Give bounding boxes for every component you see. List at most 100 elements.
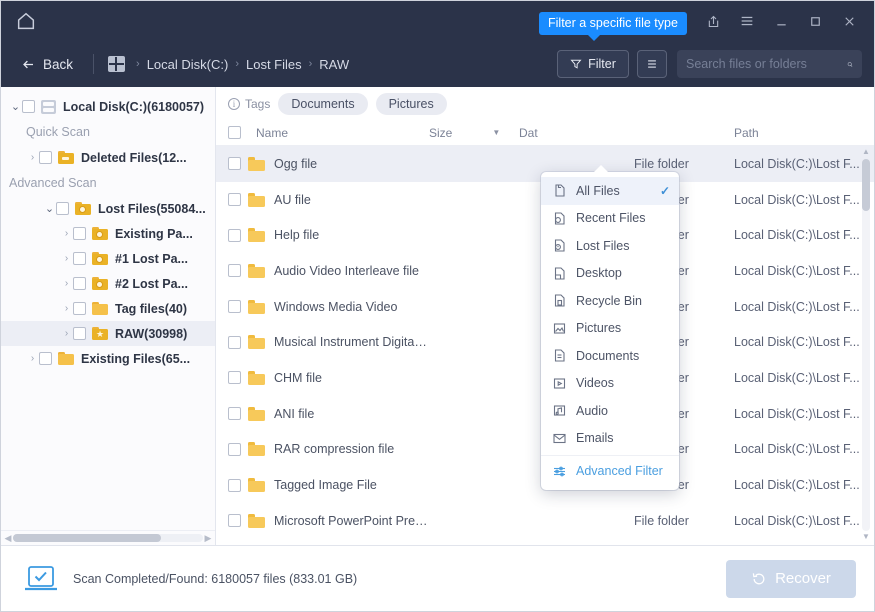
vscroll-track[interactable] bbox=[862, 159, 870, 531]
row-checkbox[interactable] bbox=[228, 514, 241, 527]
advanced-filter-label: Advanced Filter bbox=[576, 464, 670, 478]
chevron-right-icon[interactable]: › bbox=[26, 152, 39, 163]
column-header-date[interactable]: Dat bbox=[519, 126, 634, 140]
tag-chip-documents[interactable]: Documents bbox=[278, 93, 367, 115]
column-header-name[interactable]: Name bbox=[228, 126, 429, 140]
dropdown-item-recent-files[interactable]: Recent Files bbox=[541, 205, 679, 233]
scroll-right-icon[interactable]: ▶ bbox=[203, 533, 213, 544]
tree-item-checkbox[interactable] bbox=[73, 327, 86, 340]
file-path: Local Disk(C:)\Lost F... bbox=[734, 442, 874, 456]
file-name: CHM file bbox=[274, 371, 429, 385]
window-controls bbox=[704, 12, 864, 30]
sort-caret-icon[interactable]: ▼ bbox=[492, 128, 500, 137]
maximize-icon[interactable] bbox=[806, 12, 824, 30]
select-all-checkbox[interactable] bbox=[228, 126, 241, 139]
export-icon[interactable] bbox=[704, 12, 722, 30]
chevron-right-icon[interactable]: › bbox=[60, 303, 73, 314]
tree-item-10[interactable]: ›Existing Files(65... bbox=[1, 346, 215, 371]
dropdown-item-desktop[interactable]: Desktop bbox=[541, 260, 679, 288]
hscroll-thumb[interactable] bbox=[13, 534, 161, 542]
folder-badge bbox=[62, 157, 69, 160]
folder-icon: ★ bbox=[92, 327, 108, 340]
breadcrumb-item-2[interactable]: RAW bbox=[319, 57, 349, 72]
hscroll-track[interactable] bbox=[13, 534, 203, 542]
column-header-path[interactable]: Path bbox=[734, 126, 874, 140]
tree-item-checkbox[interactable] bbox=[56, 202, 69, 215]
scroll-left-icon[interactable]: ◀ bbox=[3, 533, 13, 544]
tree-item-checkbox[interactable] bbox=[39, 151, 52, 164]
dropdown-item-advanced-filter[interactable]: Advanced Filter bbox=[541, 455, 679, 485]
list-view-button[interactable] bbox=[637, 50, 667, 78]
tree-item-2[interactable]: ›Deleted Files(12... bbox=[1, 145, 215, 170]
column-headers: Name Size ▼ Dat Path bbox=[216, 120, 874, 146]
vscroll-thumb[interactable] bbox=[862, 159, 870, 211]
chevron-right-icon[interactable]: › bbox=[60, 228, 73, 239]
recover-button[interactable]: Recover bbox=[726, 560, 856, 598]
chevron-right-icon[interactable]: › bbox=[26, 353, 39, 364]
menu-icon[interactable] bbox=[738, 12, 756, 30]
tree-item-checkbox[interactable] bbox=[73, 277, 86, 290]
filter-button[interactable]: Filter bbox=[557, 50, 629, 78]
tree-item-checkbox[interactable] bbox=[73, 302, 86, 315]
row-checkbox[interactable] bbox=[228, 229, 241, 242]
breadcrumb: › Local Disk(C:) › Lost Files › RAW bbox=[136, 57, 349, 72]
row-checkbox[interactable] bbox=[228, 443, 241, 456]
tree-item-checkbox[interactable] bbox=[22, 100, 35, 113]
row-checkbox[interactable] bbox=[228, 336, 241, 349]
chevron-down-icon[interactable]: ⌄ bbox=[9, 100, 22, 113]
dropdown-item-all-files[interactable]: All Files✓ bbox=[541, 177, 679, 205]
search-input[interactable] bbox=[686, 57, 847, 71]
tree-item-9[interactable]: ›★RAW(30998) bbox=[1, 321, 215, 346]
folder-badge bbox=[96, 281, 103, 288]
dropdown-item-documents[interactable]: Documents bbox=[541, 342, 679, 370]
tree-item-checkbox[interactable] bbox=[73, 227, 86, 240]
dropdown-item-lost-files[interactable]: Lost Files bbox=[541, 232, 679, 260]
dropdown-item-emails[interactable]: Emails bbox=[541, 425, 679, 453]
row-checkbox[interactable] bbox=[228, 479, 241, 492]
breadcrumb-item-1[interactable]: Lost Files bbox=[246, 57, 302, 72]
tree-item-0[interactable]: ⌄Local Disk(C:)(6180057) bbox=[1, 94, 215, 119]
close-icon[interactable] bbox=[840, 12, 858, 30]
dropdown-item-videos[interactable]: Videos bbox=[541, 370, 679, 398]
tree-item-4[interactable]: ⌄Lost Files(55084... bbox=[1, 196, 215, 221]
tree-item-checkbox[interactable] bbox=[39, 352, 52, 365]
tree-item-5[interactable]: ›Existing Pa... bbox=[1, 221, 215, 246]
minimize-icon[interactable] bbox=[772, 12, 790, 30]
column-header-size[interactable]: Size ▼ bbox=[429, 126, 519, 140]
table-row[interactable]: Microsoft PowerPoint Presenta...File fol… bbox=[216, 503, 874, 539]
row-checkbox[interactable] bbox=[228, 407, 241, 420]
scroll-down-icon[interactable]: ▼ bbox=[862, 532, 870, 543]
sidebar-horizontal-scrollbar[interactable]: ◀ ▶ bbox=[1, 530, 215, 545]
dropdown-item-label: Audio bbox=[576, 404, 670, 418]
dropdown-item-label: All Files bbox=[576, 184, 651, 198]
chevron-right-icon[interactable]: › bbox=[60, 328, 73, 339]
tree-item-6[interactable]: ›#1 Lost Pa... bbox=[1, 246, 215, 271]
chevron-down-icon[interactable]: ⌄ bbox=[43, 202, 56, 215]
row-checkbox[interactable] bbox=[228, 300, 241, 313]
funnel-icon bbox=[570, 58, 582, 70]
tree-item-8[interactable]: ›Tag files(40) bbox=[1, 296, 215, 321]
dropdown-item-audio[interactable]: Audio bbox=[541, 397, 679, 425]
tree-item-checkbox[interactable] bbox=[73, 252, 86, 265]
folder-badge: ★ bbox=[96, 331, 103, 338]
file-path: Local Disk(C:)\Lost F... bbox=[734, 335, 874, 349]
search-box[interactable] bbox=[677, 50, 862, 78]
tag-chip-pictures[interactable]: Pictures bbox=[376, 93, 447, 115]
breadcrumb-item-0[interactable]: Local Disk(C:) bbox=[147, 57, 229, 72]
chevron-right-icon[interactable]: › bbox=[60, 253, 73, 264]
tree-item-7[interactable]: ›#2 Lost Pa... bbox=[1, 271, 215, 296]
row-checkbox[interactable] bbox=[228, 157, 241, 170]
file-list-scrollbar[interactable]: ▲ ▼ bbox=[860, 147, 872, 543]
home-icon[interactable] bbox=[15, 10, 37, 32]
back-button[interactable]: Back bbox=[15, 53, 79, 76]
row-checkbox[interactable] bbox=[228, 371, 241, 384]
dropdown-item-pictures[interactable]: Pictures bbox=[541, 315, 679, 343]
scroll-up-icon[interactable]: ▲ bbox=[862, 147, 870, 158]
chevron-right-icon[interactable]: › bbox=[60, 278, 73, 289]
folder-icon bbox=[248, 193, 265, 207]
file-name: Audio Video Interleave file bbox=[274, 264, 429, 278]
row-checkbox[interactable] bbox=[228, 264, 241, 277]
folder-icon bbox=[248, 300, 265, 314]
row-checkbox[interactable] bbox=[228, 193, 241, 206]
dropdown-item-recycle-bin[interactable]: Recycle Bin bbox=[541, 287, 679, 315]
